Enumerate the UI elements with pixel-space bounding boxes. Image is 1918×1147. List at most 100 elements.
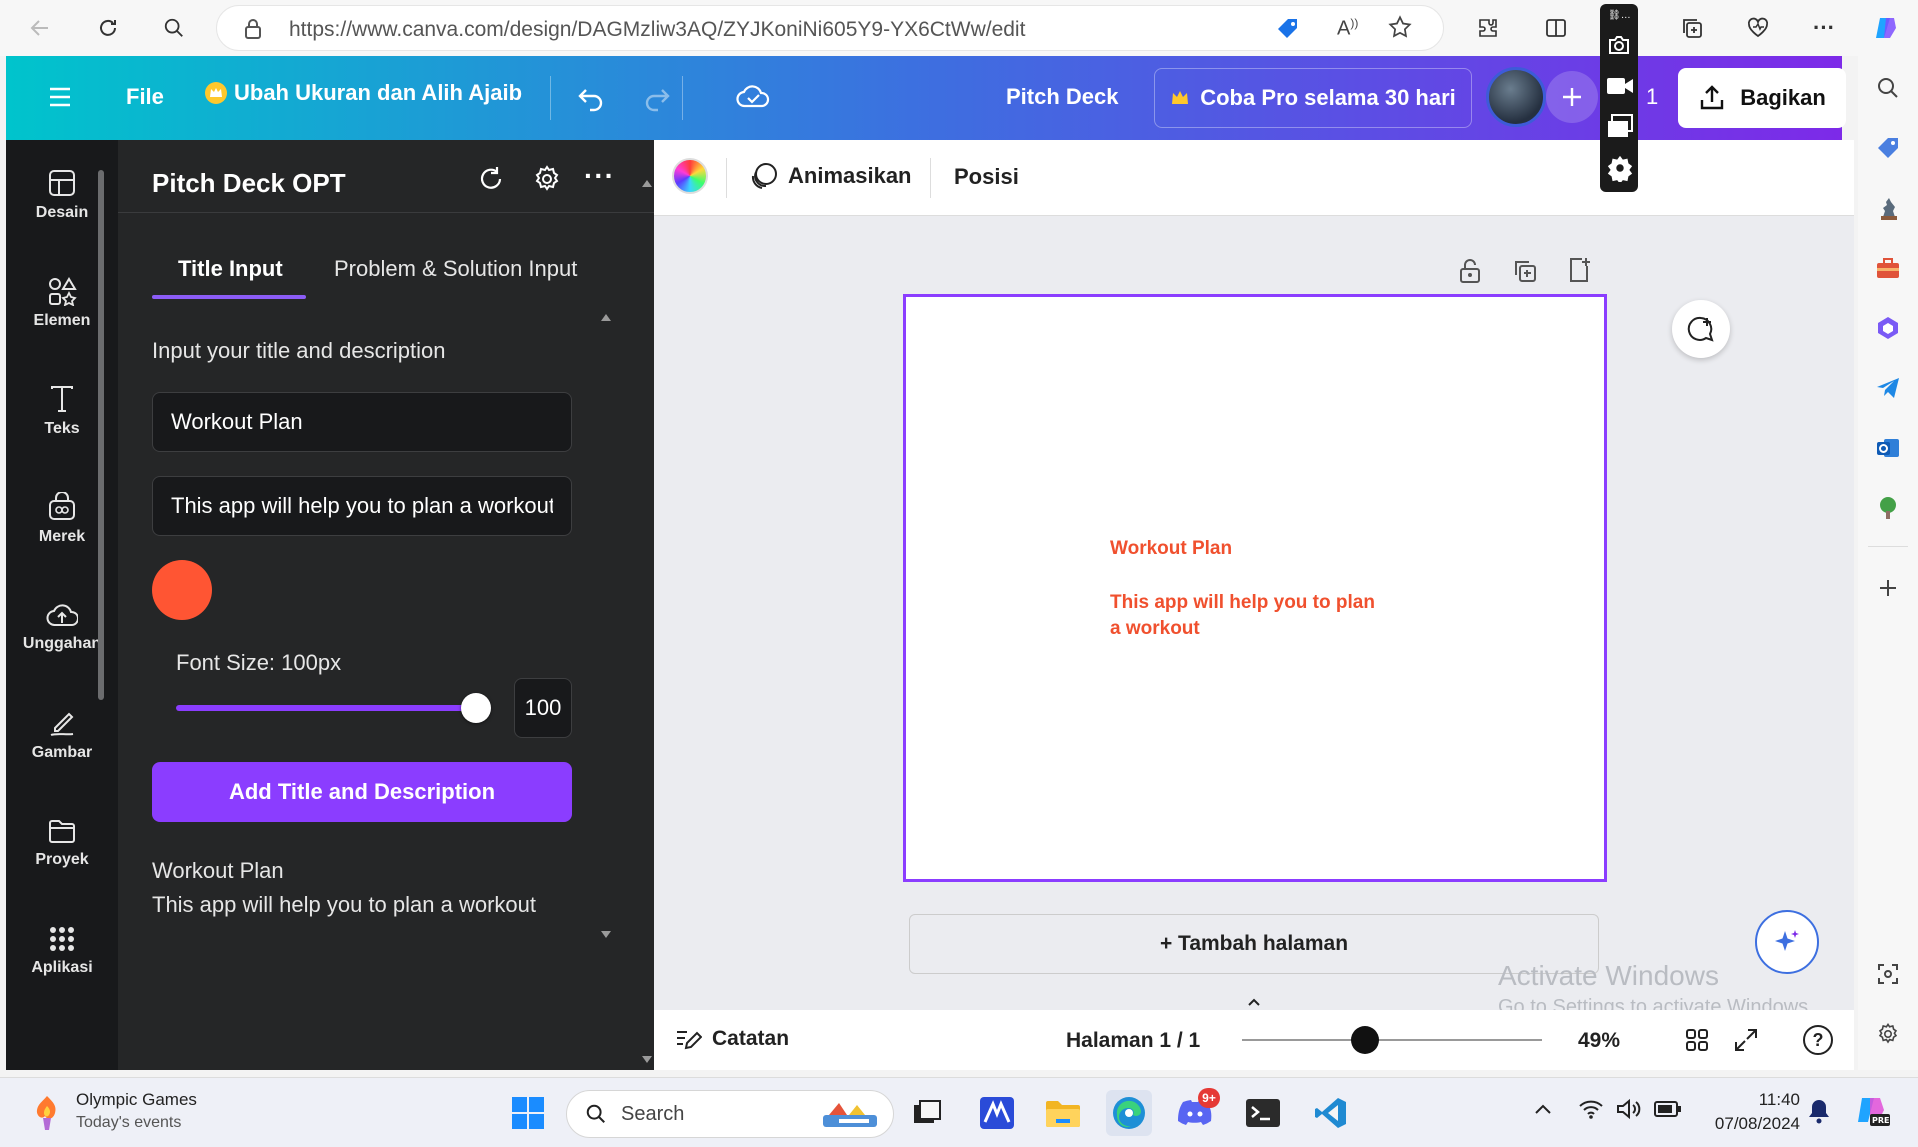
- reload-icon[interactable]: [476, 164, 506, 194]
- more-menu-icon[interactable]: ···: [1808, 12, 1840, 44]
- address-bar[interactable]: https://www.canva.com/design/DAGMzliw3AQ…: [216, 5, 1444, 51]
- read-aloud-icon[interactable]: A)): [1337, 16, 1358, 41]
- lock-icon[interactable]: [243, 18, 263, 40]
- scroll-down-arrow-icon[interactable]: [601, 931, 611, 938]
- tools-briefcase-icon[interactable]: [1872, 252, 1904, 284]
- redo-icon[interactable]: [642, 82, 672, 112]
- refresh-icon[interactable]: [92, 12, 124, 44]
- zoom-slider-track[interactable]: [1242, 1039, 1542, 1041]
- task-view-icon[interactable]: [904, 1090, 950, 1136]
- font-size-slider-track[interactable]: [176, 705, 478, 711]
- zoom-percentage[interactable]: 49%: [1578, 1029, 1620, 1053]
- edge-browser-icon[interactable]: [1106, 1090, 1152, 1136]
- undo-icon[interactable]: [576, 82, 606, 112]
- title-input-field[interactable]: [152, 392, 572, 452]
- settings-gear-icon[interactable]: [1606, 154, 1634, 182]
- magic-resize-button[interactable]: Ubah Ukuran dan Alih Ajaib: [204, 80, 522, 106]
- discord-icon[interactable]: 9+: [1172, 1088, 1220, 1136]
- screenshot-capture-icon[interactable]: [1872, 958, 1904, 990]
- zoom-slider-handle[interactable]: [1351, 1026, 1379, 1054]
- add-sidebar-app-icon[interactable]: [1872, 572, 1904, 604]
- drop-tree-icon[interactable]: [1872, 492, 1904, 524]
- notification-bell-icon[interactable]: [1808, 1098, 1830, 1124]
- tab-problem-solution-input[interactable]: Problem & Solution Input: [334, 256, 577, 282]
- telegram-send-icon[interactable]: [1872, 372, 1904, 404]
- split-screen-icon[interactable]: [1540, 12, 1572, 44]
- avatar[interactable]: [1486, 67, 1546, 127]
- canvas-title-text[interactable]: Workout Plan: [1110, 538, 1232, 560]
- taskbar-search-box[interactable]: Search: [566, 1090, 894, 1138]
- link-icon[interactable]: ⛓…: [1608, 10, 1631, 21]
- duplicate-page-icon[interactable]: [1512, 258, 1538, 284]
- copilot-icon[interactable]: [1870, 12, 1902, 44]
- back-icon[interactable]: [24, 12, 56, 44]
- camera-icon[interactable]: [1607, 34, 1631, 56]
- add-collaborator-button[interactable]: [1546, 71, 1598, 123]
- panel-scroll-up-icon[interactable]: [642, 180, 652, 187]
- panel-scrollbar[interactable]: [642, 220, 652, 1060]
- hamburger-menu-icon[interactable]: [48, 86, 72, 108]
- lock-page-icon[interactable]: [1458, 258, 1482, 284]
- more-options-icon[interactable]: ···: [584, 160, 615, 192]
- sidebar-settings-icon[interactable]: [1872, 1018, 1904, 1050]
- notes-button[interactable]: Catatan: [674, 1026, 789, 1052]
- scroll-up-arrow-icon[interactable]: [601, 314, 611, 321]
- fullscreen-icon[interactable]: [1733, 1027, 1759, 1053]
- color-picker-swatch[interactable]: [152, 560, 212, 620]
- share-button[interactable]: Bagikan: [1678, 68, 1846, 128]
- coupon-icon[interactable]: [1275, 16, 1301, 42]
- volume-icon[interactable]: [1616, 1098, 1642, 1120]
- windows-start-icon[interactable]: [505, 1090, 551, 1136]
- window-capture-icon[interactable]: [1607, 114, 1633, 138]
- battery-icon[interactable]: [1654, 1100, 1682, 1118]
- app-m-icon[interactable]: [974, 1090, 1020, 1136]
- vscode-icon[interactable]: [1308, 1090, 1354, 1136]
- add-comment-button[interactable]: [1672, 300, 1730, 358]
- design-page[interactable]: Workout Plan This app will help you to p…: [903, 294, 1607, 882]
- font-size-value-box[interactable]: 100: [514, 678, 572, 738]
- magic-assistant-button[interactable]: [1755, 910, 1819, 974]
- animate-button[interactable]: Animasikan: [748, 160, 912, 192]
- favorite-star-icon[interactable]: [1387, 14, 1413, 40]
- document-title[interactable]: Pitch Deck: [1006, 84, 1119, 110]
- search-icon[interactable]: [158, 12, 190, 44]
- outlook-icon[interactable]: [1872, 432, 1904, 464]
- add-page-button[interactable]: + Tambah halaman: [909, 914, 1599, 974]
- rail-scrollbar[interactable]: [96, 144, 106, 1064]
- page-indicator[interactable]: Halaman 1 / 1: [1066, 1029, 1200, 1053]
- description-input-field[interactable]: [152, 476, 572, 536]
- canvas-description-line[interactable]: This app will help you to plan: [1110, 592, 1375, 614]
- panel-scroll-down-icon[interactable]: [642, 1056, 652, 1063]
- gear-icon[interactable]: [532, 164, 562, 194]
- sidebar-search-icon[interactable]: [1872, 72, 1904, 104]
- add-page-icon[interactable]: [1566, 256, 1592, 284]
- font-size-slider-handle[interactable]: [461, 693, 491, 723]
- wifi-icon[interactable]: [1578, 1098, 1604, 1120]
- canvas-description-line[interactable]: a workout: [1110, 618, 1200, 640]
- terminal-icon[interactable]: [1240, 1090, 1286, 1136]
- shopping-tag-icon[interactable]: [1872, 132, 1904, 164]
- news-title[interactable]: Olympic Games: [76, 1090, 197, 1110]
- browser-essentials-icon[interactable]: [1742, 12, 1774, 44]
- clock-time[interactable]: 11:40: [1752, 1090, 1800, 1110]
- extensions-icon[interactable]: [1472, 12, 1504, 44]
- cloud-saved-icon[interactable]: [736, 82, 770, 110]
- color-wheel-icon[interactable]: [672, 158, 708, 194]
- olympic-torch-icon[interactable]: [30, 1094, 64, 1132]
- microsoft365-icon[interactable]: [1872, 312, 1904, 344]
- try-pro-button[interactable]: Coba Pro selama 30 hari: [1154, 68, 1472, 128]
- help-icon[interactable]: ?: [1803, 1025, 1833, 1055]
- clock-date[interactable]: 07/08/2024: [1702, 1114, 1800, 1134]
- add-title-description-button[interactable]: Add Title and Description: [152, 762, 572, 822]
- collections-icon[interactable]: [1676, 12, 1708, 44]
- position-button[interactable]: Posisi: [954, 164, 1019, 190]
- games-chess-icon[interactable]: [1872, 192, 1904, 224]
- tab-title-input[interactable]: Title Input: [178, 256, 283, 282]
- show-hidden-icons-chevron-icon[interactable]: [1533, 1102, 1553, 1116]
- file-explorer-icon[interactable]: [1040, 1090, 1086, 1136]
- expand-pages-toggle[interactable]: [1202, 992, 1306, 1012]
- grid-view-icon[interactable]: [1684, 1027, 1710, 1053]
- copilot-preview-icon[interactable]: PRE: [1854, 1092, 1890, 1128]
- video-camera-icon[interactable]: [1606, 76, 1634, 96]
- file-menu[interactable]: File: [126, 84, 164, 110]
